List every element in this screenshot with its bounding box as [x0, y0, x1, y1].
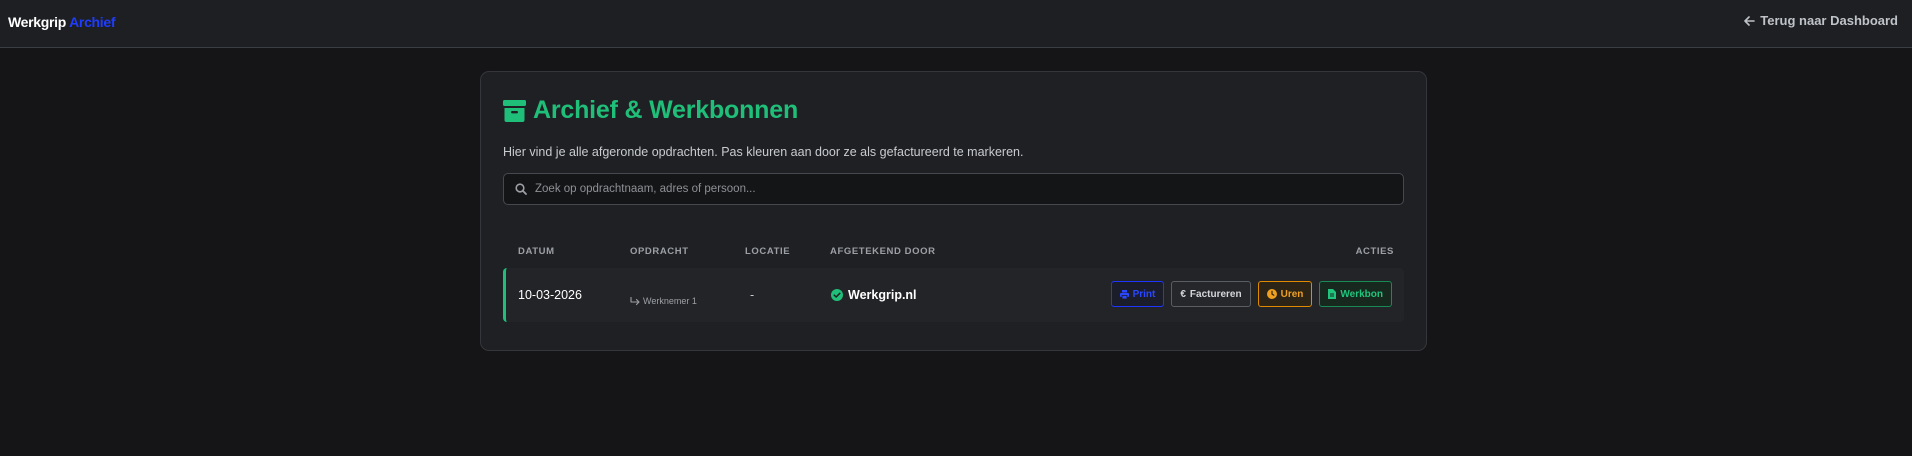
brand-logo[interactable]: Werkgrip Archief	[8, 14, 116, 30]
column-header-actions: ACTIES	[1355, 246, 1394, 257]
arrow-left-icon	[1744, 15, 1756, 26]
workorder-button-label: Werkbon	[1340, 288, 1383, 300]
row-job-assignee-label: Werknemer 1	[643, 296, 697, 306]
hours-button-label: Uren	[1280, 288, 1304, 300]
column-header-signed-by: AFGETEKEND DOOR	[830, 246, 936, 257]
row-date: 10-03-2026	[518, 288, 582, 302]
page-title: Archief & Werkbonnen	[533, 96, 799, 124]
column-header-location: LOCATIE	[745, 246, 791, 257]
workorder-button[interactable]: Werkbon	[1319, 281, 1392, 307]
invoice-button-label: Factureren	[1189, 288, 1242, 300]
brand-section: Archief	[69, 14, 116, 30]
search-input[interactable]	[535, 183, 1395, 195]
hours-button[interactable]: Uren	[1257, 281, 1313, 307]
print-button-label: Print	[1132, 288, 1156, 300]
table-header: DATUM OPDRACHT LOCATIE AFGETEKEND DOOR A…	[503, 246, 1404, 260]
top-navbar: Werkgrip Archief Terug naar Dashboard	[0, 0, 1912, 48]
search-box[interactable]	[503, 173, 1404, 205]
row-location: -	[750, 288, 755, 302]
print-button[interactable]: Print	[1110, 281, 1165, 307]
column-header-date: DATUM	[518, 246, 555, 257]
printer-icon	[1119, 289, 1129, 299]
euro-icon: €	[1180, 288, 1186, 300]
check-circle-icon	[831, 289, 843, 301]
row-actions: Print € Factureren Uren Werkbon	[1110, 281, 1392, 307]
archive-card: Archief & Werkbonnen Hier vind je alle a…	[480, 71, 1427, 351]
document-icon	[1328, 289, 1337, 299]
page-heading: Archief & Werkbonnen	[503, 96, 798, 125]
back-link-label: Terug naar Dashboard	[1760, 13, 1898, 28]
table-row: 10-03-2026 Werknemer 1 - Werkgrip.nl Pri…	[503, 268, 1404, 322]
page-subtitle: Hier vind je alle afgeronde opdrachten. …	[503, 145, 1024, 159]
row-job-assignee: Werknemer 1	[630, 296, 697, 306]
row-signed-by: Werkgrip.nl	[831, 288, 917, 302]
search-icon	[515, 183, 527, 195]
back-to-dashboard-link[interactable]: Terug naar Dashboard	[1744, 13, 1898, 28]
return-arrow-icon	[630, 296, 640, 305]
clock-icon	[1266, 289, 1277, 299]
brand-name: Werkgrip	[8, 14, 67, 30]
invoice-button[interactable]: € Factureren	[1171, 281, 1251, 307]
column-header-job: OPDRACHT	[630, 246, 689, 257]
row-signed-by-label: Werkgrip.nl	[848, 288, 917, 302]
archive-box-icon	[503, 99, 526, 122]
